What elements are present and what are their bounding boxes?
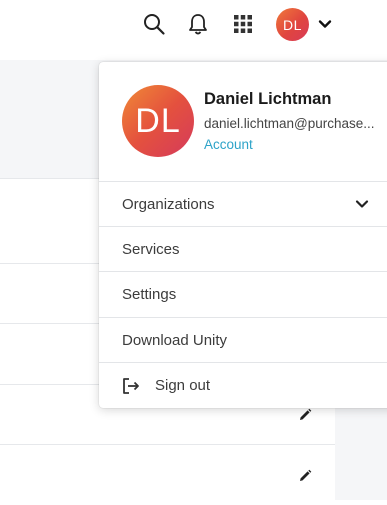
account-link[interactable]: Account: [204, 137, 253, 152]
pencil-icon[interactable]: [298, 408, 312, 422]
user-avatar-button[interactable]: DL: [276, 8, 309, 41]
menu-item-label: Settings: [122, 286, 177, 303]
menu-item-label: Services: [122, 241, 180, 258]
avatar-initials: DL: [135, 101, 181, 140]
menu-item-label: Sign out: [155, 377, 211, 394]
account-dropdown: DL Daniel Lichtman daniel.lichtman@purch…: [99, 62, 387, 408]
user-email: daniel.lichtman@purchase...: [204, 116, 375, 131]
menu-item-services[interactable]: Services: [99, 226, 387, 272]
menu-item-organizations[interactable]: Organizations: [99, 181, 387, 227]
sign-out-icon: [122, 377, 140, 395]
avatar: DL: [122, 85, 194, 157]
list-item: [0, 444, 335, 505]
top-bar: DL: [0, 0, 387, 52]
user-name: Daniel Lichtman: [204, 90, 332, 108]
menu-item-settings[interactable]: Settings: [99, 271, 387, 317]
apps-grid-icon[interactable]: [231, 12, 255, 36]
pencil-icon[interactable]: [298, 469, 312, 483]
chevron-down-icon: [355, 197, 369, 216]
search-icon[interactable]: [142, 12, 166, 36]
sign-out-button[interactable]: Sign out: [99, 362, 387, 408]
chevron-down-icon[interactable]: [318, 17, 332, 36]
menu-item-label: Download Unity: [122, 332, 228, 349]
user-profile-header: DL Daniel Lichtman daniel.lichtman@purch…: [99, 62, 387, 181]
menu-item-label: Organizations: [122, 196, 215, 213]
bell-icon[interactable]: [186, 12, 210, 36]
menu-item-download-unity[interactable]: Download Unity: [99, 317, 387, 363]
avatar-initials: DL: [283, 16, 302, 33]
